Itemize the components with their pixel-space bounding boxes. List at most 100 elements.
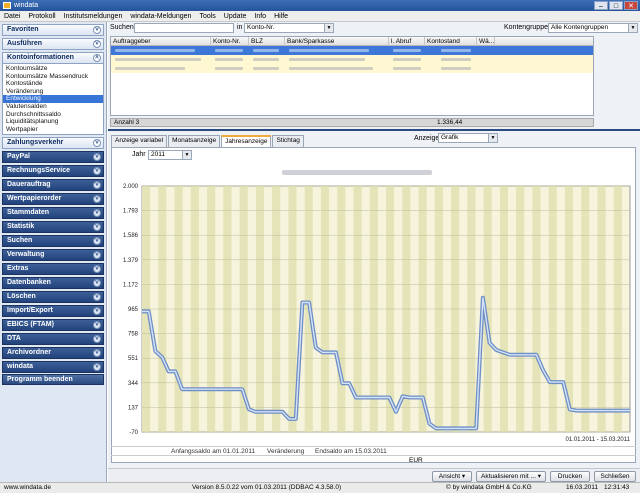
col-waehrung[interactable]: Wä... bbox=[477, 37, 495, 46]
sidebar-section-label: Import/Export bbox=[7, 307, 53, 315]
sidebar-section-statistik[interactable]: Statistik ˅ bbox=[2, 221, 104, 234]
sidebar-item-kontostaende[interactable]: Kontostände bbox=[3, 80, 103, 88]
status-url[interactable]: www.windata.de bbox=[4, 483, 51, 493]
status-bar: www.windata.de Version 8.5.0.22 vom 01.0… bbox=[0, 482, 640, 493]
sidebar-section-dauerauftrag[interactable]: Dauerauftrag ˅ bbox=[2, 179, 104, 192]
sidebar-section-windata[interactable]: windata ˅ bbox=[2, 361, 104, 374]
chevron-down-icon: ▼ bbox=[488, 134, 497, 142]
col-bank[interactable]: Bank/Sparkasse bbox=[285, 37, 389, 46]
col-kontostand[interactable]: Kontostand bbox=[425, 37, 477, 46]
sidebar-favoriten-label: Favoriten bbox=[7, 26, 39, 33]
sidebar-section-paypal[interactable]: PayPal ˅ bbox=[2, 151, 104, 164]
kontengruppe-select[interactable]: Alle Kontengruppen ▼ bbox=[548, 23, 638, 33]
button-bar: Ansicht ▾ Aktualisieren mit ... ▾ Drucke… bbox=[108, 468, 640, 482]
search-field-value: Konto-Nr. bbox=[247, 24, 275, 31]
sidebar-kontoinformationen[interactable]: Kontoinformationen ˄ bbox=[2, 52, 104, 64]
title-bar: windata – □ ✕ bbox=[0, 0, 640, 11]
menu-institutsmeldungen[interactable]: Institutsmeldungen bbox=[60, 11, 127, 21]
chevron-down-icon: ▼ bbox=[628, 24, 637, 32]
sidebar-section-label: Statistik bbox=[7, 223, 35, 231]
sidebar-section-stammdaten[interactable]: Stammdaten ˅ bbox=[2, 207, 104, 220]
sidebar-section-l-schen[interactable]: Löschen ˅ bbox=[2, 291, 104, 304]
menu-info[interactable]: Info bbox=[250, 11, 270, 21]
minimize-button[interactable]: – bbox=[594, 1, 608, 10]
chevron-down-icon: ˅ bbox=[93, 335, 101, 344]
chevron-down-icon: ˅ bbox=[93, 139, 101, 148]
sidebar-section-extras[interactable]: Extras ˅ bbox=[2, 263, 104, 276]
table-row[interactable] bbox=[111, 64, 593, 73]
sidebar-section-label: Stammdaten bbox=[7, 209, 50, 217]
sidebar-item-kontoumsaetze[interactable]: Kontoumsätze bbox=[3, 65, 103, 73]
search-label: Suchen bbox=[110, 24, 134, 31]
schliessen-button[interactable]: Schließen bbox=[594, 471, 636, 482]
ansicht-button[interactable]: Ansicht ▾ bbox=[432, 471, 472, 482]
sidebar-kontoinformationen-label: Kontoinformationen bbox=[7, 54, 74, 61]
sidebar-section-label: Extras bbox=[7, 265, 29, 273]
sidebar-section-datenbanken[interactable]: Datenbanken ˅ bbox=[2, 277, 104, 290]
y-tick-label: 551 bbox=[128, 356, 139, 362]
search-field-select[interactable]: Konto-Nr. ▼ bbox=[244, 23, 334, 33]
y-tick-label: 758 bbox=[128, 332, 139, 338]
sidebar-section-verwaltung[interactable]: Verwaltung ˅ bbox=[2, 249, 104, 262]
anzeige-select[interactable]: Grafik ▼ bbox=[438, 133, 498, 143]
quit-program-button[interactable]: Programm beenden bbox=[2, 374, 104, 386]
menu-protokoll[interactable]: Protokoll bbox=[24, 11, 59, 21]
sidebar-item-veraenderung[interactable]: Veränderung bbox=[3, 88, 103, 96]
kontengruppe-label: Kontengruppe bbox=[504, 24, 548, 31]
sidebar-item-liquiditaetsplanung[interactable]: Liquiditätsplanung bbox=[3, 118, 103, 126]
col-konto-nr[interactable]: Konto-Nr. bbox=[211, 37, 249, 46]
aktualisieren-button[interactable]: Aktualisieren mit ... ▾ bbox=[476, 471, 546, 482]
tab-stichtag[interactable]: Stichtag bbox=[272, 135, 304, 147]
year-select[interactable]: 2011 ▼ bbox=[148, 150, 192, 160]
sidebar-section-ebics-ftam-[interactable]: EBICS (FTAM) ˅ bbox=[2, 319, 104, 332]
chart-panel: Jahr 2011 ▼ 2.000 1.793 1.586 1.379 1.172 965 7… bbox=[111, 147, 636, 463]
sidebar-item-durchschnittssaldo[interactable]: Durchschnittssaldo bbox=[3, 111, 103, 119]
col-blz[interactable]: BLZ bbox=[249, 37, 285, 46]
sidebar-section-import-export[interactable]: Import/Export ˅ bbox=[2, 305, 104, 318]
sidebar-section-wertpapierorder[interactable]: Wertpapierorder ˅ bbox=[2, 193, 104, 206]
main-area: Suchen in Konto-Nr. ▼ Kontengruppe Alle K… bbox=[108, 22, 640, 482]
drucken-button[interactable]: Drucken bbox=[550, 471, 590, 482]
sidebar-section-label: Dauerauftrag bbox=[7, 181, 51, 189]
chevron-down-icon: ˅ bbox=[93, 153, 101, 162]
status-time: 12:31:43 bbox=[604, 484, 630, 491]
kontoinformationen-list: Kontoumsätze Kontoumsätze Massendruck Ko… bbox=[2, 64, 104, 136]
sidebar-item-valutensalden[interactable]: Valutensalden bbox=[3, 103, 103, 111]
tab-monatsanzeige[interactable]: Monatsanzeige bbox=[168, 135, 221, 147]
sidebar-item-kontoumsaetze-massendruck[interactable]: Kontoumsätze Massendruck bbox=[3, 73, 103, 81]
sidebar-item-wertpapier[interactable]: Wertpapier bbox=[3, 126, 103, 134]
sidebar-section-rechnungsservice[interactable]: RechnungsService ˅ bbox=[2, 165, 104, 178]
menu-tools[interactable]: Tools bbox=[195, 11, 219, 21]
sidebar-favoriten[interactable]: Favoriten ˅ bbox=[2, 24, 104, 36]
tab-anzeige-variabel[interactable]: Anzeige variabel bbox=[111, 135, 168, 147]
menu-windata-meldungen[interactable]: windata-Meldungen bbox=[126, 11, 195, 21]
chevron-down-icon: ▼ bbox=[182, 151, 191, 159]
col-abruf[interactable]: l. Abruf bbox=[389, 37, 425, 46]
status-date: 16.03.2011 bbox=[566, 484, 599, 491]
col-auftraggeber[interactable]: Auftraggeber bbox=[111, 37, 211, 46]
summary-count: Anzahl 3 bbox=[114, 119, 140, 126]
table-row[interactable] bbox=[111, 55, 593, 64]
sidebar-section-dta[interactable]: DTA ˅ bbox=[2, 333, 104, 346]
menu-update[interactable]: Update bbox=[220, 11, 251, 21]
sidebar-section-suchen[interactable]: Suchen ˅ bbox=[2, 235, 104, 248]
maximize-button[interactable]: □ bbox=[609, 1, 623, 10]
close-button[interactable]: ✕ bbox=[624, 1, 638, 10]
chevron-up-icon: ˄ bbox=[93, 54, 101, 62]
currency-row: EUR bbox=[111, 455, 636, 464]
currency-label: EUR bbox=[409, 457, 423, 464]
sidebar-section-zahlungsverkehr[interactable]: Zahlungsverkehr ˅ bbox=[2, 137, 104, 150]
search-bar: Suchen in Konto-Nr. ▼ Kontengruppe Alle K… bbox=[108, 22, 640, 35]
sidebar-item-entwicklung[interactable]: Entwicklung bbox=[3, 95, 103, 103]
chevron-down-icon: ˅ bbox=[93, 26, 101, 34]
chevron-down-icon: ˅ bbox=[93, 167, 101, 176]
window-title: windata bbox=[14, 2, 39, 9]
menu-datei[interactable]: Datei bbox=[0, 11, 24, 21]
menu-hilfe[interactable]: Hilfe bbox=[270, 11, 292, 21]
table-row[interactable] bbox=[111, 46, 593, 55]
chevron-down-icon: ˅ bbox=[93, 279, 101, 288]
sidebar-ausfuehren[interactable]: Ausführen ˅ bbox=[2, 38, 104, 50]
search-input[interactable] bbox=[134, 23, 234, 33]
sidebar-section-label: PayPal bbox=[7, 153, 30, 161]
sidebar-section-archivordner[interactable]: Archivordner ˅ bbox=[2, 347, 104, 360]
